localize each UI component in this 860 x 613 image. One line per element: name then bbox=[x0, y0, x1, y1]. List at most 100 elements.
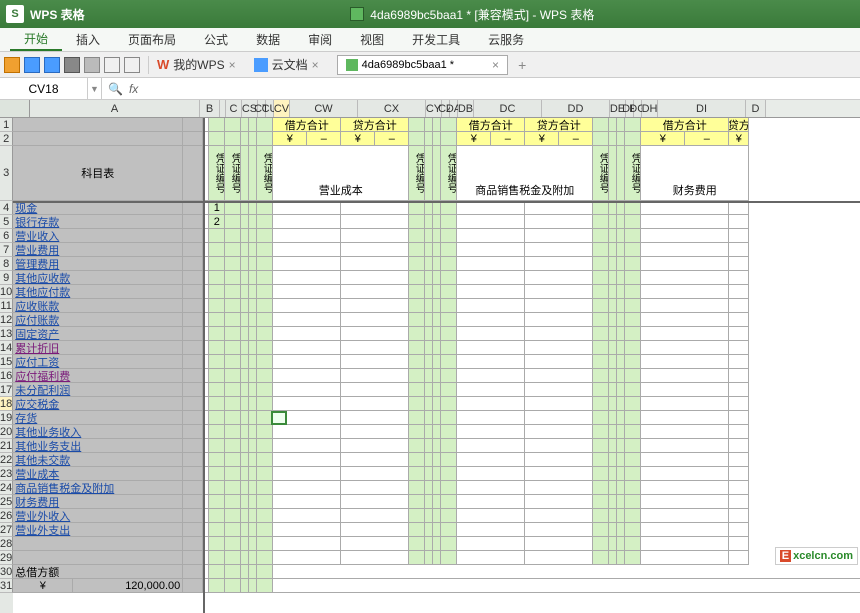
col-header-DC[interactable]: DC bbox=[474, 100, 542, 117]
row-header-4[interactable]: 4 bbox=[0, 201, 13, 215]
account-21[interactable]: 其他业务支出 bbox=[13, 439, 183, 453]
col-header-CX[interactable]: CX bbox=[358, 100, 426, 117]
col-header-CV[interactable]: CV bbox=[274, 100, 290, 117]
account-24[interactable]: 商品销售税金及附加 bbox=[13, 481, 183, 495]
row-header-9[interactable]: 9 bbox=[0, 271, 13, 285]
print-icon[interactable] bbox=[64, 57, 80, 73]
col-header-B[interactable]: B bbox=[200, 100, 220, 117]
amount-yen[interactable]: ¥ bbox=[13, 579, 73, 593]
account-11[interactable]: 应收账款 bbox=[13, 299, 183, 313]
name-box-dropdown[interactable]: ▼ bbox=[88, 78, 102, 99]
cell-b1[interactable] bbox=[183, 118, 203, 132]
row-header-17[interactable]: 17 bbox=[0, 383, 13, 397]
name-box[interactable]: CV18 bbox=[0, 78, 88, 99]
row-header-18[interactable]: 18 bbox=[0, 397, 13, 411]
my-wps-link[interactable]: 我的WPS bbox=[173, 56, 224, 73]
save-as-icon[interactable] bbox=[44, 57, 60, 73]
redo-icon[interactable] bbox=[124, 57, 140, 73]
menu-tab-review[interactable]: 审阅 bbox=[294, 28, 346, 51]
account-14[interactable]: 累计折旧 bbox=[13, 341, 183, 355]
row-header-14[interactable]: 14 bbox=[0, 341, 13, 355]
open-icon[interactable] bbox=[4, 57, 20, 73]
col-header-DD[interactable]: DD bbox=[542, 100, 610, 117]
col-header-A[interactable]: A bbox=[30, 100, 200, 117]
col-header-CW[interactable]: CW bbox=[290, 100, 358, 117]
debit-header-2[interactable]: 借方合计 bbox=[457, 118, 525, 132]
menu-tab-start[interactable]: 开始 bbox=[10, 28, 62, 51]
row-header-5[interactable]: 5 bbox=[0, 215, 13, 229]
credit-header-1[interactable]: 贷方合计 bbox=[341, 118, 409, 132]
row-header-12[interactable]: 12 bbox=[0, 313, 13, 327]
col-header-DH[interactable]: DH bbox=[642, 100, 658, 117]
account-20[interactable]: 其他业务收入 bbox=[13, 425, 183, 439]
debit-header-3[interactable]: 借方合计 bbox=[641, 118, 729, 132]
row-header-15[interactable]: 15 bbox=[0, 355, 13, 369]
row-header-26[interactable]: 26 bbox=[0, 509, 13, 523]
account-8[interactable]: 管理费用 bbox=[13, 257, 183, 271]
menu-tab-data[interactable]: 数据 bbox=[242, 28, 294, 51]
col-header-D[interactable]: D bbox=[746, 100, 766, 117]
row-header-27[interactable]: 27 bbox=[0, 523, 13, 537]
account-6[interactable]: 营业收入 bbox=[13, 229, 183, 243]
menu-tab-layout[interactable]: 页面布局 bbox=[114, 28, 190, 51]
account-16[interactable]: 应付福利费 bbox=[13, 369, 183, 383]
row-header-13[interactable]: 13 bbox=[0, 327, 13, 341]
row-header-3[interactable]: 3 bbox=[0, 146, 13, 201]
debit-header-1[interactable]: 借方合计 bbox=[273, 118, 341, 132]
row-header-16[interactable]: 16 bbox=[0, 369, 13, 383]
row-header-7[interactable]: 7 bbox=[0, 243, 13, 257]
col-header-DI[interactable]: DI bbox=[658, 100, 746, 117]
subject-header[interactable]: 科目表 bbox=[13, 146, 183, 201]
row-header-24[interactable]: 24 bbox=[0, 481, 13, 495]
row-header-28[interactable]: 28 bbox=[0, 537, 13, 551]
cell-a1[interactable] bbox=[13, 118, 183, 132]
account-5[interactable]: 银行存款 bbox=[13, 215, 183, 229]
row-header-19[interactable]: 19 bbox=[0, 411, 13, 425]
section-3[interactable]: 财务费用 bbox=[641, 146, 749, 201]
total-debit-label[interactable]: 总借方额 bbox=[13, 565, 183, 579]
row-header-2[interactable]: 2 bbox=[0, 132, 13, 146]
menu-tab-view[interactable]: 视图 bbox=[346, 28, 398, 51]
row-header-31[interactable]: 31 bbox=[0, 579, 13, 593]
cloud-close[interactable]: × bbox=[312, 58, 319, 72]
col-header-CU[interactable]: CU bbox=[266, 100, 274, 117]
preview-icon[interactable] bbox=[84, 57, 100, 73]
menu-tab-insert[interactable]: 插入 bbox=[62, 28, 114, 51]
account-22[interactable]: 其他未交款 bbox=[13, 453, 183, 467]
row-header-20[interactable]: 20 bbox=[0, 425, 13, 439]
col-header-DB[interactable]: DB bbox=[458, 100, 474, 117]
row-header-23[interactable]: 23 bbox=[0, 467, 13, 481]
col-header-DA[interactable]: DA bbox=[450, 100, 458, 117]
document-tab[interactable]: 4da6989bc5baa1 * × bbox=[337, 55, 508, 75]
row-header-22[interactable]: 22 bbox=[0, 453, 13, 467]
account-15[interactable]: 应付工资 bbox=[13, 355, 183, 369]
account-13[interactable]: 固定资产 bbox=[13, 327, 183, 341]
spreadsheet-grid[interactable]: ABCCSCTCUCVCWCXCYCZDADBDCDDDEDFDGDHDID 1… bbox=[0, 100, 860, 613]
row-header-29[interactable]: 29 bbox=[0, 551, 13, 565]
doc-tab-close[interactable]: × bbox=[492, 58, 499, 72]
amount-value[interactable]: 120,000.00 bbox=[73, 579, 183, 593]
col-header-C[interactable]: C bbox=[226, 100, 242, 117]
account-26[interactable]: 营业外收入 bbox=[13, 509, 183, 523]
select-all-corner[interactable] bbox=[0, 100, 30, 117]
menu-tab-formula[interactable]: 公式 bbox=[190, 28, 242, 51]
cloud-doc-link[interactable]: 云文档 bbox=[272, 56, 308, 73]
credit-header-2[interactable]: 贷方合计 bbox=[525, 118, 593, 132]
my-wps-close[interactable]: × bbox=[229, 58, 236, 72]
account-10[interactable]: 其他应付款 bbox=[13, 285, 183, 299]
new-tab-button[interactable]: + bbox=[518, 57, 526, 73]
account-4[interactable]: 现金 bbox=[13, 201, 183, 215]
account-9[interactable]: 其他应收款 bbox=[13, 271, 183, 285]
menu-tab-cloud[interactable]: 云服务 bbox=[474, 28, 538, 51]
account-27[interactable]: 营业外支出 bbox=[13, 523, 183, 537]
account-17[interactable]: 未分配利润 bbox=[13, 383, 183, 397]
undo-icon[interactable] bbox=[104, 57, 120, 73]
row-header-30[interactable]: 30 bbox=[0, 565, 13, 579]
row-header-25[interactable]: 25 bbox=[0, 495, 13, 509]
row-header-21[interactable]: 21 bbox=[0, 439, 13, 453]
account-25[interactable]: 财务费用 bbox=[13, 495, 183, 509]
account-23[interactable]: 营业成本 bbox=[13, 467, 183, 481]
section-1[interactable]: 营业成本 bbox=[273, 146, 409, 201]
menu-tab-dev[interactable]: 开发工具 bbox=[398, 28, 474, 51]
search-icon[interactable]: 🔍 bbox=[108, 82, 123, 96]
